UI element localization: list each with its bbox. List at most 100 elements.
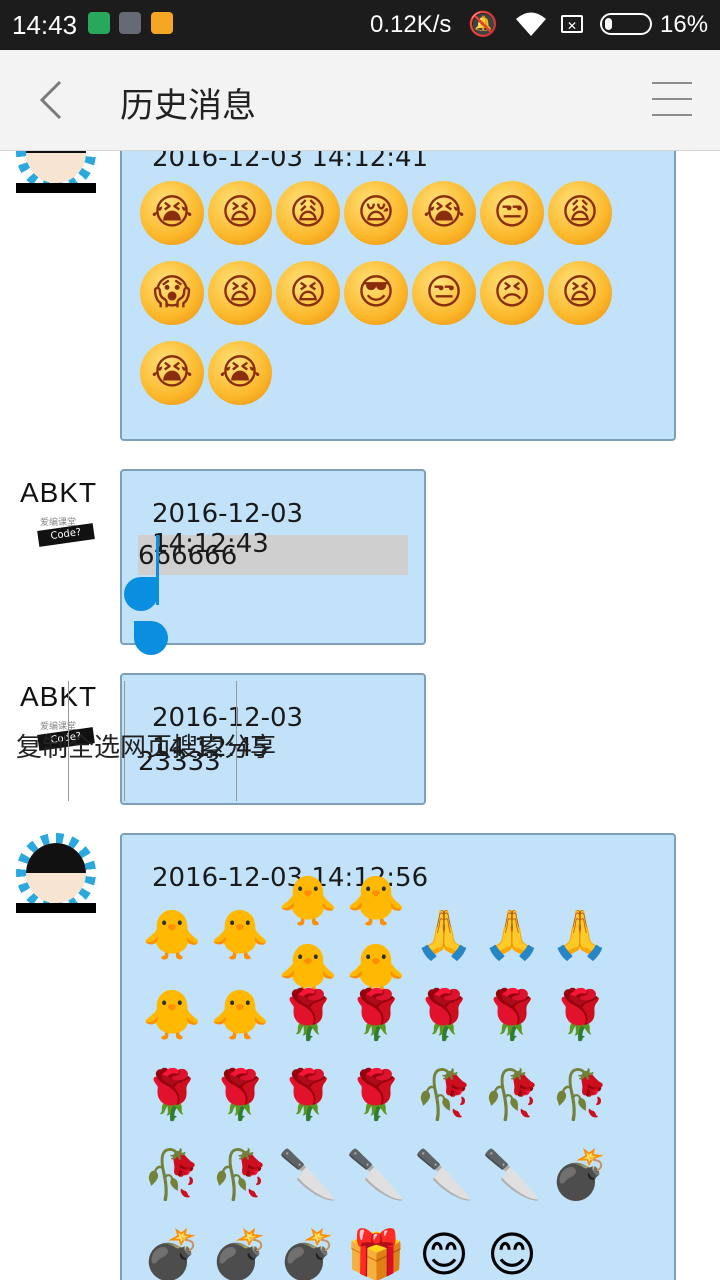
avatar-face <box>26 843 86 903</box>
emoji-glyph: 🌹 <box>278 1067 338 1123</box>
emoji-item: 😊 <box>478 1215 546 1280</box>
emoji-item: 🙏 <box>478 895 546 975</box>
emoji-item: 🌹 <box>342 1055 410 1135</box>
emoji-item: 🥀 <box>546 1055 614 1135</box>
message-text[interactable]: 666666 <box>138 541 237 571</box>
emoji-glyph: 🐥 <box>142 987 202 1043</box>
emoji-item: 🌹 <box>342 975 410 1055</box>
message-bubble[interactable]: 2016-12-03 14:12:41 😭 😫 😩 😪 😭 😒 😩 😱 😫 😫 😎 😒 😣 😫 😭 😭 <box>120 151 676 441</box>
clock: 14:43 <box>12 10 78 40</box>
emoji-item: 🐥 <box>206 975 274 1055</box>
emoji-glyph: 🌹 <box>550 987 610 1043</box>
emoji-item: 🔪 <box>410 1135 478 1215</box>
avatar-girl[interactable] <box>16 833 96 913</box>
emoji-glyph: 💣 <box>142 1227 202 1280</box>
menu-line <box>652 114 692 116</box>
emoji-item: 🌹 <box>138 1055 206 1135</box>
emoji-glyph: 😊 <box>418 1227 470 1280</box>
emoji-grid: 🐥 🐥 🐥🐥 🐥🐥 🙏 🙏 🙏 🐥 🐥 🌹 🌹 🌹 🌹 🌹 🌹 🌹 🌹 🌹 🥀 🥀 🥀 🥀 🥀 🔪 🔪 🔪 🔪 💣 💣 💣 💣 🎁 😊 😊 <box>138 873 618 1280</box>
emoji-glyph: 💣 <box>278 1227 338 1280</box>
network-speed: 0.12K/s <box>370 11 452 38</box>
emoji-item: 🐥 <box>138 895 206 975</box>
emoji-item: 🥀 <box>478 1055 546 1135</box>
emoji-item: 🔪 <box>274 1135 342 1215</box>
emoji-glyph: 💣 <box>550 1147 610 1203</box>
status-bar: 14:43 0.12K/s 🔕 ✕ 16% <box>0 0 720 50</box>
emoji-glyph: 😱 <box>140 261 204 325</box>
emoji-glyph: 🔪 <box>482 1147 542 1203</box>
emoji-glyph: 🔪 <box>278 1147 338 1203</box>
emoji-item: 💣 <box>206 1215 274 1280</box>
menu-line <box>652 98 692 100</box>
emoji-glyph: 🌹 <box>414 987 474 1043</box>
avatar-bottom <box>16 183 96 193</box>
avatar-bottom <box>16 903 96 913</box>
emoji-item: 😭 <box>206 333 274 413</box>
web-search-button[interactable]: 网页搜索 <box>120 733 224 763</box>
mute-icon: 🔕 <box>468 11 498 38</box>
selection-handle-start[interactable] <box>124 577 158 611</box>
emoji-item: 😎 <box>342 253 410 333</box>
emoji-glyph: 😭 <box>140 341 204 405</box>
avatar-abkt[interactable]: ABKT 爱编课堂 Code? <box>16 469 96 549</box>
shield-icon <box>88 12 110 34</box>
emoji-glyph: 😫 <box>548 261 612 325</box>
emoji-glyph: 🙏 <box>414 907 474 963</box>
emoji-item: 🐥🐥 <box>342 873 410 997</box>
hamburger-menu-icon[interactable] <box>648 80 696 120</box>
emoji-glyph: 🥀 <box>414 1067 474 1123</box>
emoji-item: 🌹 <box>206 1055 274 1135</box>
emoji-item: 🌹 <box>546 975 614 1055</box>
emoji-glyph: 🥀 <box>210 1147 270 1203</box>
selection-handle-end[interactable] <box>134 621 168 655</box>
emoji-glyph: 🔪 <box>346 1147 406 1203</box>
message-list[interactable]: 2016-12-03 14:12:41 😭 😫 😩 😪 😭 😒 😩 😱 😫 😫 😎 😒 😣 😫 😭 😭 ABK… <box>0 151 720 1280</box>
select-all-button[interactable]: 全选 <box>68 733 120 763</box>
battery-icon <box>600 13 652 35</box>
message-timestamp: 2016-12-03 14:12:41 <box>152 151 429 173</box>
avatar-girl[interactable] <box>16 151 96 193</box>
folder-icon <box>151 12 173 34</box>
battery-fill <box>605 18 612 30</box>
emoji-item: 😊 <box>410 1215 478 1280</box>
emoji-item: 😭 <box>138 173 206 253</box>
avatar-hair <box>26 151 86 153</box>
emoji-glyph: 🌹 <box>346 987 406 1043</box>
emoji-item: 🔪 <box>478 1135 546 1215</box>
emoji-glyph: 😭 <box>208 341 272 405</box>
emoji-item: 🐥🐥 <box>274 873 342 997</box>
share-button[interactable]: 分享 <box>224 733 276 763</box>
emoji-grid: 😭 😫 😩 😪 😭 😒 😩 😱 😫 😫 😎 😒 😣 😫 😭 😭 <box>138 173 618 413</box>
emoji-item: 💣 <box>274 1215 342 1280</box>
emoji-item: 🥀 <box>206 1135 274 1215</box>
emoji-glyph: 🌹 <box>278 987 338 1043</box>
emoji-item: 🐥 <box>206 895 274 975</box>
emoji-glyph: 😎 <box>344 261 408 325</box>
emoji-glyph: 🙏 <box>550 907 610 963</box>
emoji-glyph: 😣 <box>480 261 544 325</box>
avatar-brand: ABKT <box>20 477 96 508</box>
emoji-item: 🎁 <box>342 1215 410 1280</box>
emoji-glyph: 🥀 <box>550 1067 610 1123</box>
emoji-glyph: 😭 <box>412 181 476 245</box>
text-action-menu: 复制全选网页搜索分享 <box>16 727 276 764</box>
avatar-brand: ABKT <box>20 681 96 712</box>
emoji-item: 😫 <box>546 253 614 333</box>
message-bubble[interactable]: 2016-12-03 14:12:56 🐥 🐥 🐥🐥 🐥🐥 🙏 🙏 🙏 🐥 🐥 🌹 🌹 🌹 🌹 🌹 🌹 🌹 🌹 🌹… <box>120 833 676 1280</box>
emoji-item: 😭 <box>138 333 206 413</box>
emoji-item: 😫 <box>274 253 342 333</box>
emoji-glyph: 🌹 <box>210 1067 270 1123</box>
emoji-glyph: 🐥 <box>142 907 202 963</box>
chevron-left-icon[interactable] <box>30 76 78 124</box>
emoji-item: 😭 <box>410 173 478 253</box>
menu-line <box>652 82 692 84</box>
emoji-glyph: 🎁 <box>346 1227 406 1280</box>
emoji-glyph: 😒 <box>412 261 476 325</box>
emoji-glyph: 😪 <box>344 181 408 245</box>
copy-button[interactable]: 复制 <box>16 733 68 763</box>
emoji-glyph: 🐥 <box>210 987 270 1043</box>
page-title: 历史消息 <box>120 86 256 126</box>
emoji-glyph: 😫 <box>208 181 272 245</box>
emoji-glyph: 🌹 <box>482 987 542 1043</box>
message-bubble[interactable]: 2016-12-03 14:12:43 666666 <box>120 469 426 655</box>
